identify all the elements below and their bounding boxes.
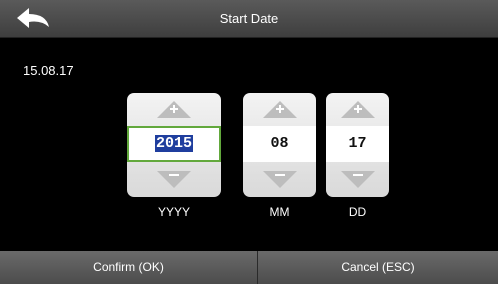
plus-triangle-icon (262, 101, 297, 118)
current-date-text: 15.08.17 (23, 63, 74, 78)
month-unit-label: MM (269, 205, 290, 219)
month-increment-button[interactable] (243, 93, 316, 123)
page-title: Start Date (219, 11, 279, 26)
minus-triangle-icon (157, 171, 191, 188)
title-bar: Start Date (0, 0, 498, 38)
day-unit-label: DD (348, 205, 367, 219)
year-unit-label: YYYY (157, 205, 190, 219)
cancel-button[interactable]: Cancel (ESC) (258, 251, 498, 284)
year-decrement-button[interactable] (127, 167, 221, 197)
plus-triangle-icon (157, 101, 191, 118)
day-spinner: 17 (326, 93, 389, 197)
footer-bar: Confirm (OK) Cancel (ESC) (0, 251, 498, 284)
day-decrement-button[interactable] (326, 167, 389, 197)
month-field[interactable]: 08 (243, 126, 316, 162)
month-decrement-button[interactable] (243, 167, 316, 197)
year-field[interactable]: 2015 (127, 126, 221, 162)
year-increment-button[interactable] (127, 93, 221, 123)
year-value: 2015 (154, 135, 193, 152)
minus-triangle-icon (340, 171, 375, 188)
month-spinner: 08 (243, 93, 316, 197)
minus-triangle-icon (262, 171, 297, 188)
day-field[interactable]: 17 (326, 126, 389, 162)
day-increment-button[interactable] (326, 93, 389, 123)
confirm-button[interactable]: Confirm (OK) (0, 251, 257, 284)
plus-triangle-icon (340, 101, 375, 118)
year-spinner: 2015 (127, 93, 221, 197)
